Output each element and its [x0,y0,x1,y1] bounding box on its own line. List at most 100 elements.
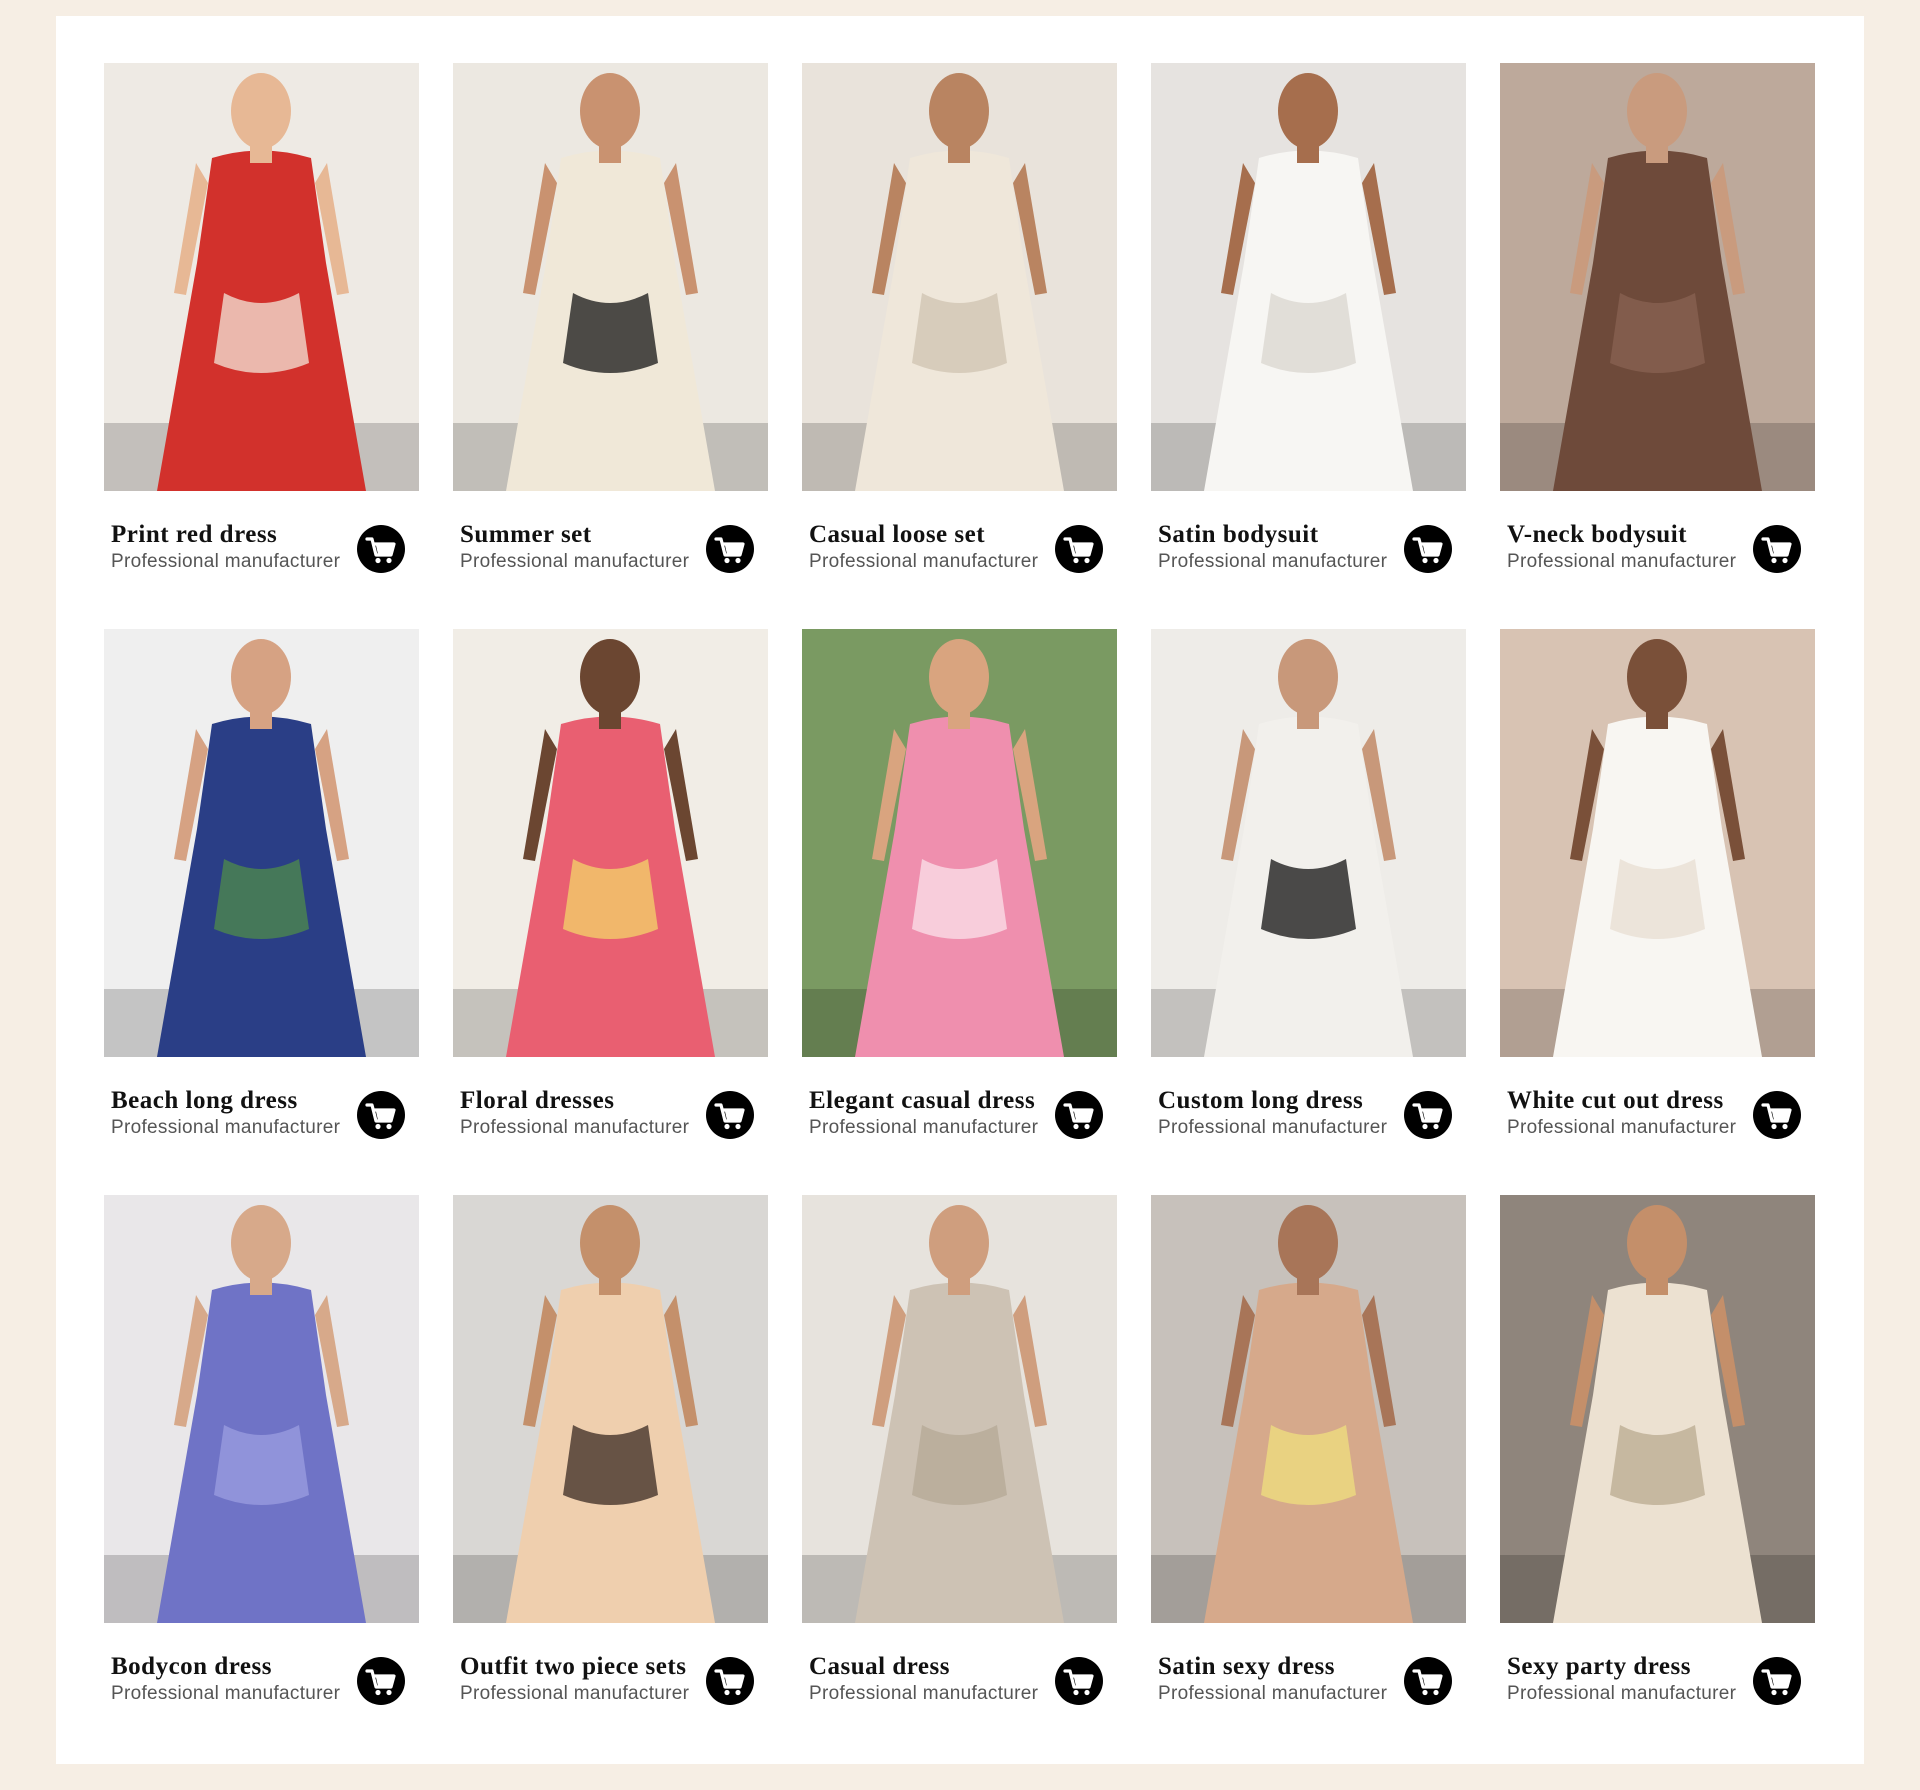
shopping-cart-icon [365,1103,396,1130]
product-name[interactable]: Print red dress [111,521,277,549]
product-name[interactable]: Casual dress [809,1653,950,1681]
product-subtitle: Professional manufacturer [809,1117,1039,1138]
product-photo[interactable] [802,1195,1117,1623]
product-photo-image [104,63,419,491]
add-to-cart-button[interactable] [706,1657,754,1705]
add-to-cart-button[interactable] [1753,1091,1801,1139]
shopping-cart-icon [714,537,745,564]
product-name[interactable]: Custom long dress [1158,1087,1363,1115]
product-photo[interactable] [1500,63,1815,491]
add-to-cart-button[interactable] [1055,1091,1103,1139]
shopping-cart-icon [1761,1669,1792,1696]
product-card[interactable]: Summer set Professional manufacturer [453,63,768,629]
add-to-cart-button[interactable] [1753,1657,1801,1705]
product-photo[interactable] [104,629,419,1057]
product-card[interactable]: Bodycon dress Professional manufacturer [104,1195,419,1761]
product-subtitle: Professional manufacturer [1507,1117,1737,1138]
product-name[interactable]: Beach long dress [111,1087,298,1115]
product-grid: Print red dress Professional manufacture… [104,63,1815,1761]
product-photo-image [104,629,419,1057]
product-card[interactable]: Satin sexy dress Professional manufactur… [1151,1195,1466,1761]
product-photo-image [1151,629,1466,1057]
product-name[interactable]: Sexy party dress [1507,1653,1691,1681]
product-card[interactable]: Casual dress Professional manufacturer [802,1195,1117,1761]
product-photo[interactable] [104,1195,419,1623]
add-to-cart-button[interactable] [357,1091,405,1139]
product-subtitle: Professional manufacturer [1507,1683,1737,1704]
product-panel: Print red dress Professional manufacture… [56,16,1864,1764]
product-photo-image [1151,63,1466,491]
product-photo-image [1151,1195,1466,1623]
product-name[interactable]: Summer set [460,521,592,549]
product-card[interactable]: Floral dresses Professional manufacturer [453,629,768,1195]
product-card[interactable]: Satin bodysuit Professional manufacturer [1151,63,1466,629]
shopping-cart-icon [1063,1669,1094,1696]
product-photo[interactable] [104,63,419,491]
add-to-cart-button[interactable] [1055,1657,1103,1705]
product-subtitle: Professional manufacturer [111,1117,341,1138]
product-card[interactable]: Beach long dress Professional manufactur… [104,629,419,1195]
product-name[interactable]: Elegant casual dress [809,1087,1035,1115]
product-subtitle: Professional manufacturer [809,551,1039,572]
product-name[interactable]: White cut out dress [1507,1087,1724,1115]
product-card[interactable]: Custom long dress Professional manufactu… [1151,629,1466,1195]
add-to-cart-button[interactable] [1404,1091,1452,1139]
product-photo[interactable] [1151,63,1466,491]
add-to-cart-button[interactable] [1753,525,1801,573]
product-subtitle: Professional manufacturer [1158,1683,1388,1704]
product-subtitle: Professional manufacturer [111,551,341,572]
add-to-cart-button[interactable] [357,525,405,573]
product-name[interactable]: Floral dresses [460,1087,614,1115]
product-photo-image [802,63,1117,491]
add-to-cart-button[interactable] [1404,525,1452,573]
product-subtitle: Professional manufacturer [460,1117,690,1138]
product-photo[interactable] [802,629,1117,1057]
product-photo[interactable] [1500,629,1815,1057]
product-photo[interactable] [1151,629,1466,1057]
product-photo-image [1500,63,1815,491]
product-name[interactable]: V-neck bodysuit [1507,521,1687,549]
product-name[interactable]: Satin sexy dress [1158,1653,1335,1681]
shopping-cart-icon [365,537,396,564]
product-card[interactable]: Print red dress Professional manufacture… [104,63,419,629]
product-card[interactable]: V-neck bodysuit Professional manufacture… [1500,63,1815,629]
product-photo-image [1500,629,1815,1057]
product-subtitle: Professional manufacturer [809,1683,1039,1704]
product-name[interactable]: Bodycon dress [111,1653,272,1681]
product-subtitle: Professional manufacturer [111,1683,341,1704]
add-to-cart-button[interactable] [1404,1657,1452,1705]
add-to-cart-button[interactable] [706,525,754,573]
shopping-cart-icon [1761,1103,1792,1130]
product-card[interactable]: White cut out dress Professional manufac… [1500,629,1815,1195]
product-card[interactable]: Casual loose set Professional manufactur… [802,63,1117,629]
product-photo[interactable] [1500,1195,1815,1623]
shopping-cart-icon [714,1103,745,1130]
product-subtitle: Professional manufacturer [1158,1117,1388,1138]
add-to-cart-button[interactable] [706,1091,754,1139]
product-photo-image [802,629,1117,1057]
product-photo[interactable] [802,63,1117,491]
product-card[interactable]: Elegant casual dress Professional manufa… [802,629,1117,1195]
shopping-cart-icon [714,1669,745,1696]
add-to-cart-button[interactable] [357,1657,405,1705]
product-subtitle: Professional manufacturer [1158,551,1388,572]
shopping-cart-icon [1063,1103,1094,1130]
product-subtitle: Professional manufacturer [1507,551,1737,572]
product-card[interactable]: Sexy party dress Professional manufactur… [1500,1195,1815,1761]
product-photo-image [453,629,768,1057]
product-photo[interactable] [453,1195,768,1623]
shopping-cart-icon [1761,537,1792,564]
product-name[interactable]: Outfit two piece sets [460,1653,686,1681]
shopping-cart-icon [1412,1103,1443,1130]
product-name[interactable]: Satin bodysuit [1158,521,1319,549]
product-card[interactable]: Outfit two piece sets Professional manuf… [453,1195,768,1761]
shopping-cart-icon [1063,537,1094,564]
add-to-cart-button[interactable] [1055,525,1103,573]
product-photo[interactable] [453,63,768,491]
product-name[interactable]: Casual loose set [809,521,985,549]
product-photo[interactable] [1151,1195,1466,1623]
product-photo[interactable] [453,629,768,1057]
product-subtitle: Professional manufacturer [460,551,690,572]
product-photo-image [1500,1195,1815,1623]
product-photo-image [802,1195,1117,1623]
